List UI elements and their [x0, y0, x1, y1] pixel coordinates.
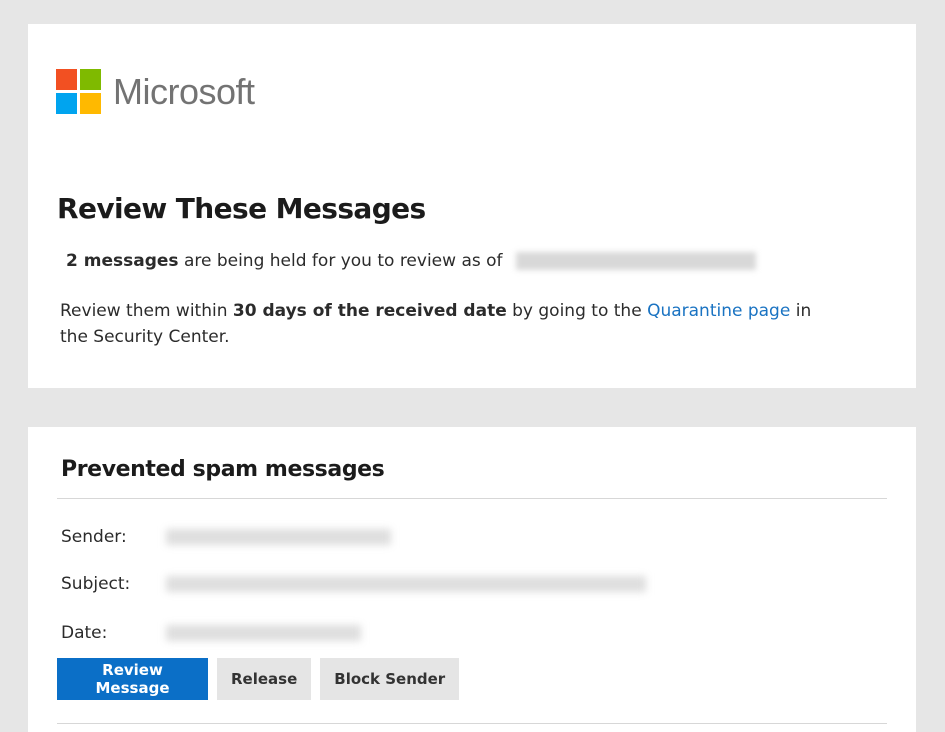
logo-square-red: [56, 69, 77, 90]
microsoft-logo-icon: [56, 69, 101, 114]
logo-square-yellow: [80, 93, 101, 114]
summary-card: Microsoft Review These Messages 2 messag…: [28, 24, 916, 388]
retention-period: 30 days of the received date: [232, 301, 507, 321]
sender-row: Sender:: [61, 525, 391, 549]
release-button[interactable]: Release: [217, 658, 312, 700]
review-message-button[interactable]: Review Message: [57, 658, 208, 700]
held-messages-text: 2 messages are being held for you to rev…: [66, 251, 756, 271]
logo-square-green: [80, 69, 101, 90]
message-count: 2 messages: [66, 251, 179, 271]
subject-row: Subject:: [61, 572, 646, 596]
page-title: Review These Messages: [57, 192, 426, 225]
redacted-subject: [166, 576, 646, 592]
bottom-divider: [57, 723, 887, 724]
spam-messages-card: Prevented spam messages Sender: Subject:…: [28, 427, 916, 732]
redacted-timestamp: [515, 252, 756, 270]
logo-square-blue: [56, 93, 77, 114]
block-sender-button[interactable]: Block Sender: [320, 658, 460, 700]
section-divider: [57, 498, 887, 499]
going-text: by going to the: [512, 301, 642, 321]
redacted-date: [166, 625, 361, 641]
redacted-sender: [166, 529, 391, 545]
date-row: Date:: [61, 621, 361, 645]
date-label: Date:: [61, 623, 108, 643]
held-text: are being held for you to review as of: [183, 251, 503, 271]
message-actions: Review Message Release Block Sender: [57, 658, 460, 700]
microsoft-logo: Microsoft: [56, 69, 255, 114]
quarantine-page-link[interactable]: Quarantine page: [647, 301, 790, 321]
review-instructions: Review them within 30 days of the receiv…: [60, 298, 840, 350]
sender-label: Sender:: [61, 527, 127, 547]
review-prefix: Review them within: [60, 301, 228, 321]
brand-name: Microsoft: [113, 70, 255, 112]
section-title: Prevented spam messages: [61, 457, 385, 482]
subject-label: Subject:: [61, 574, 131, 594]
